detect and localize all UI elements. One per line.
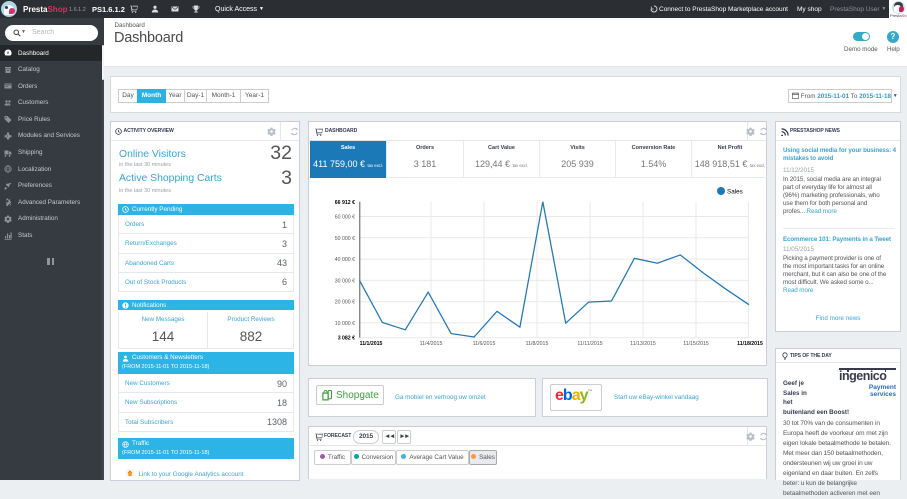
svg-text:50 000 €: 50 000 € xyxy=(335,236,355,242)
svg-text:11/8/2015: 11/8/2015 xyxy=(526,341,549,347)
svg-text:3 082 €: 3 082 € xyxy=(338,336,355,342)
svg-text:11/13/2015: 11/13/2015 xyxy=(630,341,656,347)
svg-text:10 000 €: 10 000 € xyxy=(335,321,355,327)
svg-text:66 912 €: 66 912 € xyxy=(335,200,355,206)
svg-text:11/6/2015: 11/6/2015 xyxy=(473,341,496,347)
svg-text:11/18/2015: 11/18/2015 xyxy=(737,341,763,347)
svg-text:40 000 €: 40 000 € xyxy=(335,257,355,263)
svg-text:11/11/2015: 11/11/2015 xyxy=(577,341,602,347)
svg-text:11/4/2015: 11/4/2015 xyxy=(420,341,443,347)
svg-text:11/15/2015: 11/15/2015 xyxy=(683,341,709,347)
svg-text:20 000 €: 20 000 € xyxy=(335,300,355,306)
svg-text:60 000 €: 60 000 € xyxy=(335,215,355,221)
svg-text:11/1/2015: 11/1/2015 xyxy=(360,341,383,347)
svg-text:Sales: Sales xyxy=(727,189,743,196)
svg-text:30 000 €: 30 000 € xyxy=(335,278,355,284)
